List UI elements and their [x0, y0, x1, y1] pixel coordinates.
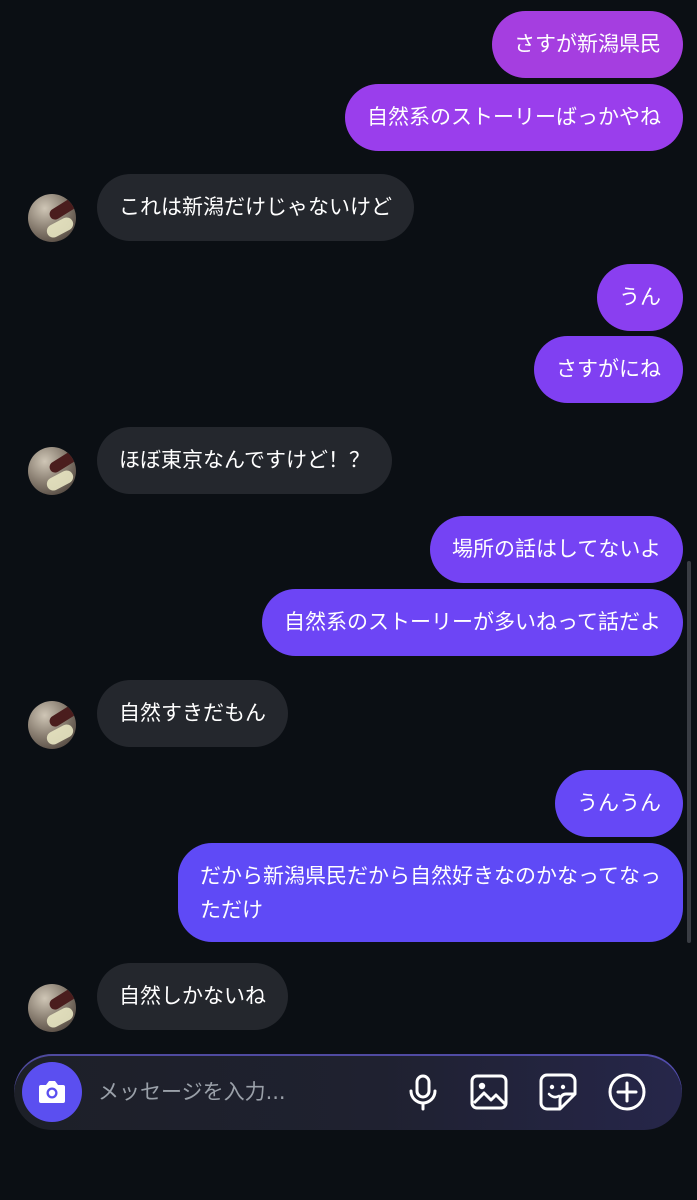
- message-bubble-outgoing[interactable]: さすがにね: [534, 336, 683, 403]
- camera-icon: [39, 1081, 65, 1103]
- message-bubble-outgoing[interactable]: 場所の話はしてないよ: [430, 516, 683, 583]
- message-bubble-incoming[interactable]: これは新潟だけじゃないけど: [97, 174, 414, 241]
- message-bubble-outgoing[interactable]: 自然系のストーリーばっかやね: [345, 84, 683, 151]
- gallery-button[interactable]: [466, 1069, 512, 1115]
- message-bubble-incoming[interactable]: ほぼ東京なんですけど！？: [97, 427, 392, 494]
- message-bubble-outgoing[interactable]: 自然系のストーリーが多いねって話だよ: [262, 589, 683, 656]
- message-bubble-outgoing[interactable]: うん: [597, 264, 683, 331]
- avatar[interactable]: [28, 701, 76, 749]
- microphone-icon: [409, 1074, 437, 1111]
- sticker-button[interactable]: [535, 1069, 581, 1115]
- image-icon: [470, 1074, 508, 1110]
- message-bubble-incoming[interactable]: 自然すきだもん: [97, 680, 288, 747]
- avatar[interactable]: [28, 194, 76, 242]
- sticker-icon: [539, 1073, 577, 1111]
- scrollbar[interactable]: [687, 561, 691, 943]
- message-bubble-incoming[interactable]: 自然しかないね: [97, 963, 288, 1030]
- message-bubble-outgoing[interactable]: うんうん: [555, 770, 683, 837]
- message-thread[interactable]: さすが新潟県民 自然系のストーリーばっかやね これは新潟だけじゃないけど うん …: [0, 0, 697, 1040]
- message-input[interactable]: メッセージを入力...: [98, 1074, 398, 1110]
- message-bubble-outgoing[interactable]: さすが新潟県民: [492, 11, 683, 78]
- avatar[interactable]: [28, 447, 76, 495]
- voice-button[interactable]: [400, 1069, 446, 1115]
- message-composer: メッセージを入力...: [14, 1054, 682, 1130]
- more-button[interactable]: [604, 1069, 650, 1115]
- plus-circle-icon: [608, 1073, 646, 1111]
- camera-button[interactable]: [22, 1062, 82, 1122]
- avatar[interactable]: [28, 984, 76, 1032]
- message-bubble-outgoing[interactable]: だから新潟県民だから自然好きなのかなってなっただけ: [178, 843, 683, 942]
